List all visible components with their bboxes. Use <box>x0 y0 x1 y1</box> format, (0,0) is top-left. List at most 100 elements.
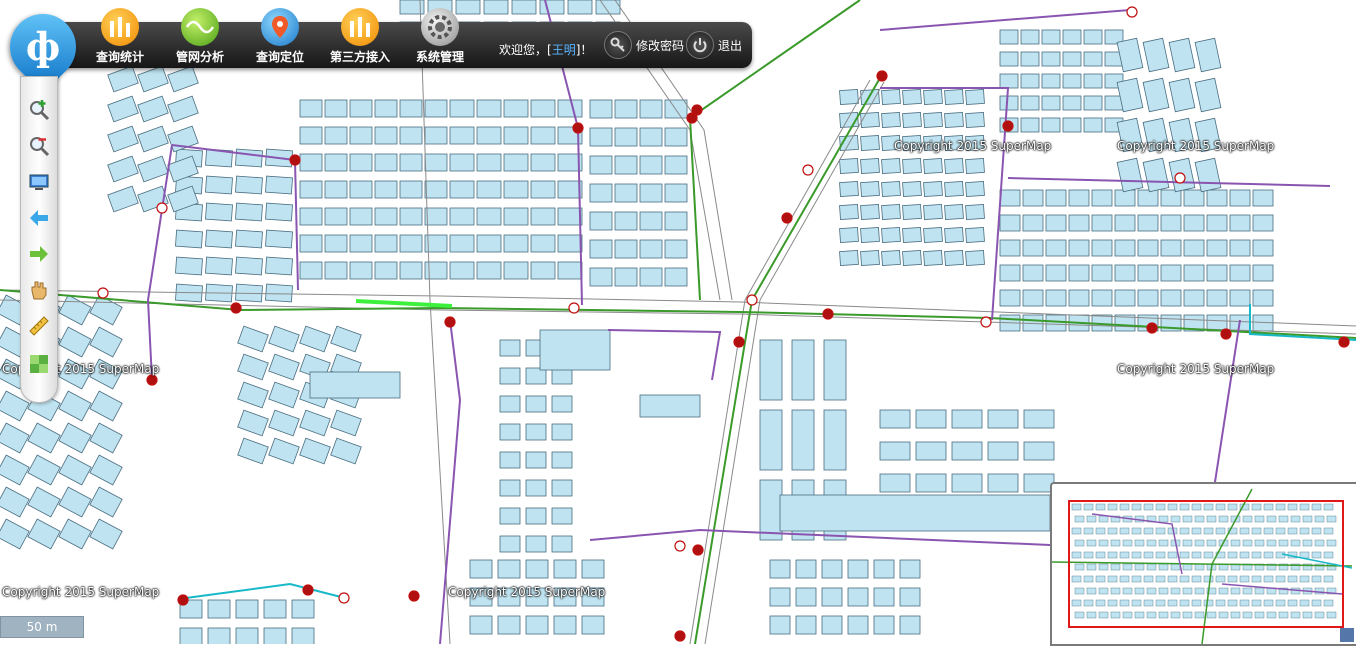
welcome-prefix: 欢迎您，[ <box>499 43 552 57</box>
building <box>1083 29 1103 45</box>
welcome-message: 欢迎您，[王明]！ <box>499 41 592 58</box>
building <box>1083 117 1103 133</box>
full-extent-icon <box>29 174 49 190</box>
building <box>1142 77 1170 113</box>
building <box>1116 37 1144 73</box>
valve-marker <box>1338 336 1350 348</box>
building <box>1160 264 1182 282</box>
logout-label: 退出 <box>718 38 743 53</box>
building <box>324 180 348 199</box>
building <box>614 267 638 287</box>
building <box>860 226 880 244</box>
building <box>58 518 92 550</box>
building <box>965 180 985 198</box>
building <box>530 153 556 172</box>
layers-button[interactable] <box>26 351 52 377</box>
map-copyright: Copyright 2015 SuperMap <box>2 585 160 599</box>
building <box>349 180 373 199</box>
key-icon <box>604 31 632 59</box>
building <box>539 329 611 371</box>
building <box>860 249 880 267</box>
building <box>1062 29 1082 45</box>
building <box>503 261 529 280</box>
building <box>999 51 1019 67</box>
building <box>530 180 556 199</box>
zoom-in-icon <box>30 100 50 121</box>
purple-pipe-5 <box>879 9 1131 31</box>
building <box>639 155 663 175</box>
valve-marker <box>733 336 745 348</box>
building <box>476 99 502 118</box>
building <box>1137 289 1159 307</box>
user-name-link[interactable]: 王明 <box>552 43 576 57</box>
building <box>923 226 943 244</box>
building <box>614 155 638 175</box>
overview-map[interactable] <box>1050 482 1356 646</box>
building <box>1022 264 1044 282</box>
zoom-out-button[interactable] <box>26 133 52 159</box>
query-locate-button[interactable]: 查询定位 <box>239 8 321 68</box>
building <box>1022 239 1044 257</box>
pan-button[interactable] <box>26 277 52 303</box>
logout-button[interactable]: 退出 <box>686 31 742 59</box>
building <box>1091 189 1113 207</box>
building <box>268 409 300 437</box>
valve-marker <box>746 294 758 306</box>
building <box>795 559 817 579</box>
building <box>0 486 30 518</box>
building <box>902 157 922 175</box>
building <box>847 587 869 607</box>
building <box>639 127 663 147</box>
building <box>589 267 613 287</box>
building <box>399 126 423 145</box>
previous-extent-button[interactable] <box>26 205 52 231</box>
third-party-access-button[interactable]: 第三方接入 <box>319 8 401 68</box>
layers-icon <box>30 355 48 373</box>
building <box>639 211 663 231</box>
building <box>27 454 61 486</box>
building <box>175 229 203 249</box>
building <box>107 185 139 213</box>
network-analysis-button[interactable]: 管网分析 <box>159 8 241 68</box>
full-extent-button[interactable] <box>26 169 52 195</box>
building <box>553 559 577 579</box>
change-password-button[interactable]: 修改密码 <box>604 31 684 59</box>
building <box>614 211 638 231</box>
building <box>639 267 663 287</box>
building <box>1045 189 1067 207</box>
system-management-button[interactable]: 系统管理 <box>399 8 481 68</box>
toolbar-button-label: 管网分析 <box>175 50 224 64</box>
building <box>449 99 475 118</box>
power-icon <box>686 31 714 59</box>
building <box>944 203 964 221</box>
building <box>503 234 529 253</box>
building <box>503 180 529 199</box>
building <box>235 599 259 619</box>
overview-extent-box[interactable] <box>1068 500 1344 628</box>
next-extent-button[interactable] <box>26 241 52 267</box>
building <box>951 409 983 429</box>
building <box>530 99 556 118</box>
building <box>551 507 573 525</box>
query-statistics-button[interactable]: 查询统计 <box>79 8 161 68</box>
measure-button[interactable] <box>26 313 52 339</box>
building <box>1160 214 1182 232</box>
building <box>1041 29 1061 45</box>
valve-marker <box>692 544 704 556</box>
building <box>424 207 448 226</box>
building <box>0 518 30 550</box>
building <box>330 437 362 465</box>
overview-toggle-button[interactable] <box>1340 628 1354 642</box>
building <box>589 155 613 175</box>
building <box>349 261 373 280</box>
building <box>999 239 1021 257</box>
zoom-out-icon <box>30 137 50 157</box>
building <box>551 451 573 469</box>
zoom-in-button[interactable] <box>26 97 52 123</box>
building <box>1206 314 1228 332</box>
building <box>1114 289 1136 307</box>
building <box>265 229 293 249</box>
building <box>915 441 947 461</box>
valve-marker <box>408 590 420 602</box>
building <box>424 261 448 280</box>
